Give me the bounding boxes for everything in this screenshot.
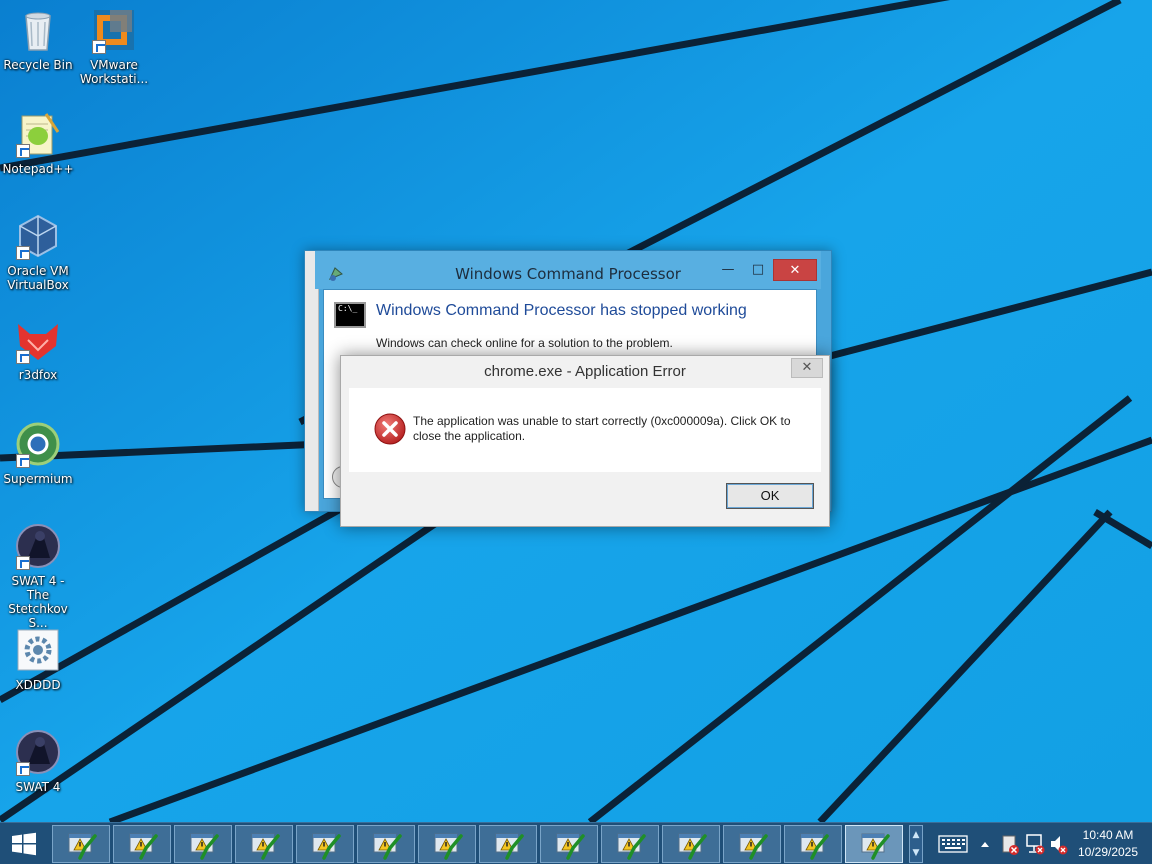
shortcut-arrow-icon xyxy=(16,246,30,260)
shortcut-arrow-icon xyxy=(16,762,30,776)
desktop-icon-notepad-plus-plus[interactable]: Notepad++ xyxy=(0,110,76,176)
error-reporting-app-icon xyxy=(68,833,97,860)
volume-muted-icon[interactable] xyxy=(1048,823,1068,864)
shortcut-arrow-icon xyxy=(16,144,30,158)
taskbar-scroll-buttons[interactable]: ▲ ▼ xyxy=(909,825,923,863)
taskbar-button[interactable] xyxy=(113,825,171,863)
shortcut-arrow-icon xyxy=(16,350,30,364)
keyboard-icon[interactable] xyxy=(936,823,970,864)
application-error-dialog[interactable]: chrome.exe - Application Error ✕ The app… xyxy=(340,355,830,527)
taskbar-button[interactable] xyxy=(601,825,659,863)
settings-gear-icon xyxy=(17,629,59,671)
clock-time: 10:40 AM xyxy=(1082,828,1134,842)
shortcut-arrow-icon xyxy=(92,40,106,54)
desktop-icon-swat4-stetchkov[interactable]: SWAT 4 - The Stetchkov S... xyxy=(0,522,76,630)
taskbar-button[interactable] xyxy=(479,825,537,863)
desktop-icon-label: r3dfox xyxy=(18,368,58,382)
app-error-titlebar[interactable]: chrome.exe - Application Error ✕ xyxy=(341,356,829,388)
error-reporting-app-icon xyxy=(190,833,219,860)
desktop-icon-xdddd[interactable]: XDDDD xyxy=(0,626,76,692)
desktop-icon-r3dfox[interactable]: r3dfox xyxy=(0,316,76,382)
shortcut-arrow-icon xyxy=(16,556,30,570)
taskbar-button[interactable] xyxy=(662,825,720,863)
error-reporting-app-icon xyxy=(739,833,768,860)
error-icon xyxy=(374,413,406,445)
clock-date: 10/29/2025 xyxy=(1077,845,1139,859)
taskbar-button[interactable] xyxy=(174,825,232,863)
taskbar-button[interactable] xyxy=(52,825,110,863)
window-frame xyxy=(305,251,319,511)
error-reporting-app-icon xyxy=(129,833,158,860)
error-reporting-app-icon xyxy=(312,833,341,860)
start-button[interactable] xyxy=(0,823,48,864)
taskbar-button[interactable] xyxy=(296,825,354,863)
action-center-warning-icon[interactable] xyxy=(1000,823,1020,864)
taskbar-button[interactable] xyxy=(784,825,842,863)
taskbar-clock[interactable]: 10:40 AM 10/29/2025 xyxy=(1066,827,1150,861)
taskbar-button[interactable] xyxy=(540,825,598,863)
taskbar: ▲ ▼ 10:40 AM 10/29/2025 xyxy=(0,822,1152,864)
error-reporting-app-icon xyxy=(800,833,829,860)
desktop-icon-recycle-bin[interactable]: Recycle Bin xyxy=(0,6,76,72)
desktop-icon-supermium[interactable]: Supermium xyxy=(0,420,76,486)
wcp-headline: Windows Command Processor has stopped wo… xyxy=(376,302,747,319)
desktop-icon-label: Supermium xyxy=(3,472,73,486)
app-error-title: chrome.exe - Application Error xyxy=(484,363,686,380)
app-error-content: The application was unable to start corr… xyxy=(349,388,821,472)
taskbar-button[interactable] xyxy=(418,825,476,863)
error-reporting-app-icon xyxy=(251,833,280,860)
desktop-icon-label: Notepad++ xyxy=(2,162,74,176)
taskbar-button[interactable] xyxy=(235,825,293,863)
desktop-icon-label: Oracle VM VirtualBox xyxy=(7,264,69,292)
desktop-icon-swat4[interactable]: SWAT 4 xyxy=(0,728,76,794)
wcp-subtext: Windows can check online for a solution … xyxy=(376,336,673,350)
ok-button[interactable]: OK xyxy=(726,483,814,509)
minimize-button[interactable]: — xyxy=(713,259,743,281)
network-icon[interactable] xyxy=(1024,823,1046,864)
taskbar-button[interactable] xyxy=(357,825,415,863)
shortcut-arrow-icon xyxy=(16,454,30,468)
desktop-icon-label: XDDDD xyxy=(15,678,61,692)
error-reporting-app-icon xyxy=(617,833,646,860)
desktop-icon-label: SWAT 4 - The Stetchkov S... xyxy=(8,574,68,630)
close-button[interactable]: ✕ xyxy=(773,259,817,281)
error-reporting-app-icon xyxy=(495,833,524,860)
desktop-icon-virtualbox[interactable]: Oracle VM VirtualBox xyxy=(0,212,76,292)
error-reporting-app-icon xyxy=(678,833,707,860)
close-button[interactable]: ✕ xyxy=(791,358,823,378)
taskbar-button[interactable] xyxy=(723,825,781,863)
error-reporting-app-icon xyxy=(373,833,402,860)
desktop-icon-label: VMware Workstati... xyxy=(79,58,149,86)
error-reporting-app-icon xyxy=(861,833,890,860)
maximize-button[interactable]: □ xyxy=(743,259,773,281)
taskbar-button[interactable] xyxy=(845,825,903,863)
app-error-message: The application was unable to start corr… xyxy=(413,414,791,443)
desktop-icon-vmware[interactable]: VMware Workstati... xyxy=(76,6,152,86)
error-reporting-app-icon xyxy=(556,833,585,860)
wcp-titlebar[interactable]: Windows Command Processor — □ ✕ xyxy=(315,251,821,289)
error-reporting-app-icon xyxy=(434,833,463,860)
recycle-bin-icon xyxy=(25,12,51,51)
desktop-icon-label: SWAT 4 xyxy=(15,780,61,794)
command-prompt-icon: C:\_ xyxy=(334,302,366,328)
show-hidden-icons-icon[interactable] xyxy=(978,823,992,864)
desktop-icon-label: Recycle Bin xyxy=(3,58,73,72)
